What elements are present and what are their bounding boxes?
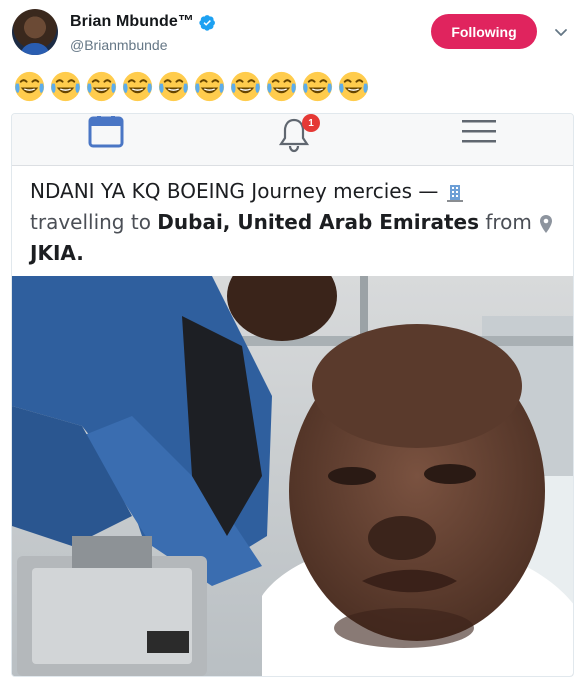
selfie-illustration — [12, 276, 573, 676]
post-line-2: travelling to Dubai, United Arab Emirate… — [30, 207, 557, 238]
face-with-tears-of-joy-icon — [194, 71, 225, 101]
travelling-to-text: travelling to — [30, 210, 151, 234]
tweet-header: Brian Mbunde™ @Brianmbunde Following — [0, 0, 579, 64]
face-with-tears-of-joy-icon — [50, 71, 81, 101]
from-text: from — [485, 210, 532, 234]
post-line-3: JKIA. — [30, 238, 557, 269]
facebook-nav-bar: 1 — [12, 114, 573, 166]
post-line-1: NDANI YA KQ BOEING Journey mercies — — [30, 176, 557, 207]
tweet-text — [12, 68, 371, 104]
following-button[interactable]: Following — [431, 14, 537, 49]
face-with-tears-of-joy-icon — [338, 71, 369, 101]
post-headline: NDANI YA KQ BOEING Journey mercies — — [30, 179, 439, 203]
facebook-post-text: NDANI YA KQ BOEING Journey mercies — tra… — [12, 166, 573, 276]
chevron-down-icon[interactable] — [553, 24, 569, 40]
face-with-tears-of-joy-icon — [158, 71, 189, 101]
building-icon — [446, 184, 463, 202]
avatar[interactable] — [12, 9, 58, 55]
face-with-tears-of-joy-icon — [230, 71, 261, 101]
calendar-icon — [88, 116, 124, 148]
menu-icon — [462, 120, 496, 143]
display-name[interactable]: Brian Mbunde™ — [70, 13, 194, 31]
face-with-tears-of-joy-icon — [14, 71, 45, 101]
verified-badge-icon — [199, 14, 215, 31]
location-pin-icon — [540, 214, 553, 233]
face-with-tears-of-joy-icon — [86, 71, 117, 101]
origin-link: JKIA. — [30, 241, 84, 265]
notification-count-badge: 1 — [302, 114, 320, 132]
face-with-tears-of-joy-icon — [302, 71, 333, 101]
face-with-tears-of-joy-icon — [266, 71, 297, 101]
author-name-row: Brian Mbunde™ — [70, 13, 216, 31]
selfie-photo — [12, 276, 573, 676]
face-with-tears-of-joy-icon — [122, 71, 153, 101]
destination-link: Dubai, United Arab Emirates — [157, 210, 479, 234]
tweet-media-image[interactable]: 1 NDANI YA KQ BOEING Journey mercies — t… — [11, 113, 574, 677]
user-handle[interactable]: @Brianmbunde — [70, 37, 168, 53]
